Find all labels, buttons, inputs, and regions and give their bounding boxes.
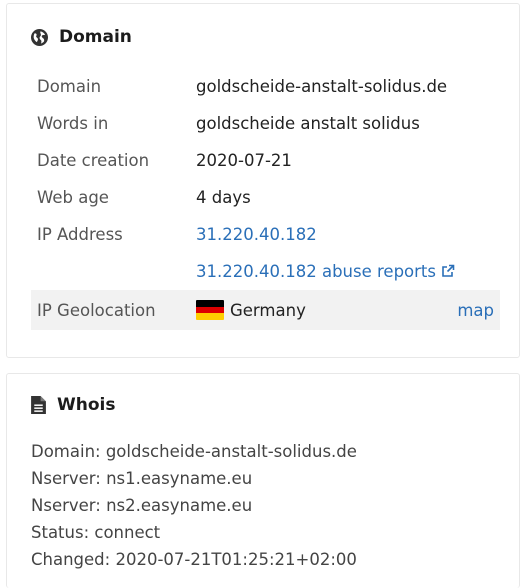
whois-line: Nserver: ns1.easyname.eu <box>31 469 253 488</box>
table-row-geolocation: IP Geolocation Germany map <box>31 290 500 330</box>
table-row: Domain goldscheide-anstalt-solidus.de <box>31 68 500 105</box>
whois-line: Nserver: ns2.easyname.eu <box>31 496 253 515</box>
table-row: IP Address 31.220.40.182 <box>31 216 500 253</box>
table-row: Words in goldscheide anstalt solidus <box>31 105 500 142</box>
row-label: Words in <box>37 114 109 133</box>
row-label: Date creation <box>37 151 150 170</box>
domain-value: goldscheide-anstalt-solidus.de <box>196 77 448 96</box>
country-value: Germany <box>230 301 306 320</box>
whois-lines: Domain: goldscheide-anstalt-solidus.de N… <box>31 438 357 573</box>
web-age-value: 4 days <box>196 188 251 207</box>
table-row: Web age 4 days <box>31 179 500 216</box>
date-creation-value: 2020-07-21 <box>196 151 292 170</box>
document-icon <box>31 396 46 414</box>
row-label: Web age <box>37 188 109 207</box>
ip-address-link[interactable]: 31.220.40.182 <box>196 225 317 244</box>
abuse-reports-label: 31.220.40.182 abuse reports <box>196 262 436 281</box>
whois-line: Status: connect <box>31 523 161 542</box>
row-label: Domain <box>37 77 102 96</box>
map-link[interactable]: map <box>457 301 494 320</box>
whois-line: Domain: goldscheide-anstalt-solidus.de <box>31 442 357 461</box>
words-value: goldscheide anstalt solidus <box>196 114 420 133</box>
abuse-reports-link[interactable]: 31.220.40.182 abuse reports <box>196 262 455 281</box>
table-row: 31.220.40.182 abuse reports <box>31 253 500 290</box>
globe-icon <box>31 28 48 46</box>
domain-card-title-text: Domain <box>59 27 132 47</box>
whois-card: Whois Domain: goldscheide-anstalt-solidu… <box>6 373 520 588</box>
row-label: IP Address <box>37 225 123 244</box>
domain-card-title: Domain <box>31 27 132 47</box>
whois-card-title-text: Whois <box>57 395 116 415</box>
external-link-icon <box>442 264 455 277</box>
domain-info-table: Domain goldscheide-anstalt-solidus.de Wo… <box>31 68 500 330</box>
table-row: Date creation 2020-07-21 <box>31 142 500 179</box>
domain-card: Domain Domain goldscheide-anstalt-solidu… <box>6 3 520 358</box>
whois-line: Changed: 2020-07-21T01:25:21+02:00 <box>31 550 357 569</box>
row-label: IP Geolocation <box>31 290 196 330</box>
whois-card-title: Whois <box>31 395 115 415</box>
germany-flag-icon <box>196 300 224 320</box>
